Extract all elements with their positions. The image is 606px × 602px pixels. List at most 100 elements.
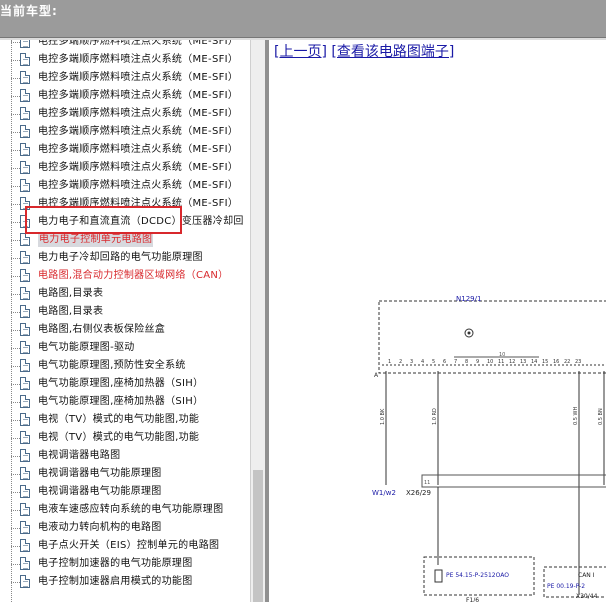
tree-item[interactable]: 电视调谐器电气功能原理图: [0, 483, 250, 501]
tree-item[interactable]: 电路图,右侧仪表板保险丝盒: [0, 321, 250, 339]
tree-item-label: 电路图,目录表: [38, 306, 104, 317]
tree-item[interactable]: 电气功能原理图,预防性安全系统: [0, 357, 250, 375]
pin-number: 6: [443, 359, 446, 365]
document-icon: [20, 503, 30, 516]
tree-connector: [11, 204, 20, 205]
tree-connector: [11, 456, 20, 457]
wire-label-1: 1.0 BK: [380, 408, 386, 425]
document-icon: [20, 377, 30, 390]
document-icon: [20, 521, 30, 534]
document-icon: [20, 53, 30, 66]
tree-item[interactable]: 电路图,混合动力控制器区域网络（CAN）: [0, 267, 250, 285]
tree-item[interactable]: 电力电子冷却回路的电气功能原理图: [0, 249, 250, 267]
document-icon: [20, 107, 30, 120]
tree-connector: [11, 510, 20, 511]
pin-number: 16: [553, 359, 559, 365]
tree-item[interactable]: 电控多端顺序燃料喷注点火系统（ME-SFI）: [0, 123, 250, 141]
tree-item-label: 电子控制加速器的电气功能原理图: [38, 558, 193, 569]
document-icon: [20, 143, 30, 156]
tree-connector: [11, 168, 20, 169]
pin-number: 5: [432, 359, 435, 365]
tree-connector: [11, 240, 20, 241]
tree-connector: [11, 78, 20, 79]
tree-item[interactable]: 电控多端顺序燃料喷注点火系统（ME-SFI）: [0, 69, 250, 87]
tree-item-label: 电控多端顺序燃料喷注点火系统（ME-SFI）: [38, 180, 239, 191]
tree-connector: [11, 528, 20, 529]
tree-item-label: 电气功能原理图-驱动: [38, 342, 135, 353]
pin-number: 9: [476, 359, 479, 365]
tree-item-label: 电视调谐器电气功能原理图: [38, 486, 162, 497]
tree-connector: [11, 312, 20, 313]
tree-item[interactable]: 电子控制加速器的电气功能原理图: [0, 555, 250, 573]
tree-item[interactable]: 电控多端顺序燃料喷注点火系统（ME-SFI）: [0, 40, 250, 51]
document-icon: [20, 485, 30, 498]
tree-item[interactable]: 电液车速感应转向系统的电气功能原理图: [0, 501, 250, 519]
tree-item[interactable]: 电控多端顺序燃料喷注点火系统（ME-SFI）: [0, 141, 250, 159]
tree-connector: [11, 348, 20, 349]
tree-item[interactable]: 电控多端顺序燃料喷注点火系统（ME-SFI）: [0, 105, 250, 123]
tree-connector: [11, 438, 20, 439]
document-icon: [20, 71, 30, 84]
connector-w1-label: W1/w2: [372, 489, 396, 497]
tree-vertical-scrollbar[interactable]: [250, 40, 265, 602]
tree-item[interactable]: 电气功能原理图,座椅加热器（SIH）: [0, 393, 250, 411]
view-terminals-link[interactable]: [查看该电路图端子]: [331, 44, 454, 60]
tree-item[interactable]: 电控多端顺序燃料喷注点火系统（ME-SFI）: [0, 51, 250, 69]
tree-item[interactable]: 电路图,目录表: [0, 303, 250, 321]
pin-number: 14: [531, 359, 537, 365]
tree-item-label: 电路图,目录表: [38, 288, 104, 299]
tree-item-label: 电气功能原理图,预防性安全系统: [38, 360, 186, 371]
tree-item[interactable]: 电子点火开关（EIS）控制单元的电路图: [0, 537, 250, 555]
tree-connector: [11, 186, 20, 187]
tree-connector: [11, 564, 20, 565]
document-icon: [20, 269, 30, 282]
pin-number: 23: [575, 359, 581, 365]
tree-item[interactable]: 电视调谐器电路图: [0, 447, 250, 465]
document-icon: [20, 161, 30, 174]
tree-item-label: 电液动力转向机构的电路图: [38, 522, 162, 533]
tree-item[interactable]: 电控多端顺序燃料喷注点火系统（ME-SFI）: [0, 177, 250, 195]
tree-item-label: 电液车速感应转向系统的电气功能原理图: [38, 504, 224, 515]
tree-item-label: 电控多端顺序燃料喷注点火系统（ME-SFI）: [38, 40, 239, 47]
pin-number-row: 1 2 3 4 5 6 7 8 9 10 11 12 13 14 15 16 22 23: [388, 359, 581, 365]
tree-item[interactable]: 电视（TV）模式的电气功能图,功能: [0, 429, 250, 447]
connector-strip-number: 11: [424, 480, 430, 486]
pin-number: 3: [410, 359, 413, 365]
sub-bus-label: 10: [499, 352, 505, 358]
tree-scrollbar-thumb[interactable]: [253, 470, 263, 602]
pin-number: 12: [509, 359, 515, 365]
tree-connector: [11, 114, 20, 115]
nav-links: [上一页] [查看该电路图端子]: [274, 41, 454, 61]
prev-page-link[interactable]: [上一页]: [274, 44, 327, 60]
pin-number: 22: [564, 359, 570, 365]
tree-item[interactable]: 电液动力转向机构的电路图: [0, 519, 250, 537]
tree-item-label: 电控多端顺序燃料喷注点火系统（ME-SFI）: [38, 108, 239, 119]
connector-x26-label: X26/29: [406, 489, 431, 497]
wire-label-3: 0.5 WH: [573, 407, 579, 425]
tree-connector: [11, 258, 20, 259]
tree-item[interactable]: 电视（TV）模式的电气功能图,功能: [0, 411, 250, 429]
pin-number: 11: [498, 359, 504, 365]
tree-item-label: 电控多端顺序燃料喷注点火系统（ME-SFI）: [38, 90, 239, 101]
document-icon: [20, 233, 30, 246]
tree-connector: [11, 132, 20, 133]
document-tree[interactable]: 电控多端顺序燃料喷注点火系统（ME-SFI） 电控多端顺序燃料喷注点火系统（ME-…: [0, 40, 250, 602]
tree-item[interactable]: 电视调谐器电气功能原理图: [0, 465, 250, 483]
tree-item[interactable]: 电子控制加速器启用模式的功能图: [0, 573, 250, 591]
bus-letter: A: [374, 372, 379, 379]
tree-item[interactable]: 电控多端顺序燃料喷注点火系统（ME-SFI）: [0, 87, 250, 105]
document-icon: [20, 575, 30, 588]
tree-connector: [11, 492, 20, 493]
tree-item[interactable]: 电控多端顺序燃料喷注点火系统（ME-SFI）: [0, 159, 250, 177]
circuit-diagram[interactable]: N129/1 10 A 1 2 3 4 5 6 7 8 9 10 11 12 13 14 15 16 22 23 …: [364, 265, 606, 602]
tree-item[interactable]: 电气功能原理图-驱动: [0, 339, 250, 357]
document-icon: [20, 467, 30, 480]
tree-item[interactable]: 电气功能原理图,座椅加热器（SIH）: [0, 375, 250, 393]
document-icon: [20, 431, 30, 444]
tree-connector: [11, 582, 20, 583]
tree-item[interactable]: 电路图,目录表: [0, 285, 250, 303]
tree-item-label: 电力电子控制单元电路图: [38, 233, 154, 247]
tree-connector: [11, 330, 20, 331]
tree-item-label: 电视（TV）模式的电气功能图,功能: [38, 432, 200, 443]
document-icon: [20, 395, 30, 408]
